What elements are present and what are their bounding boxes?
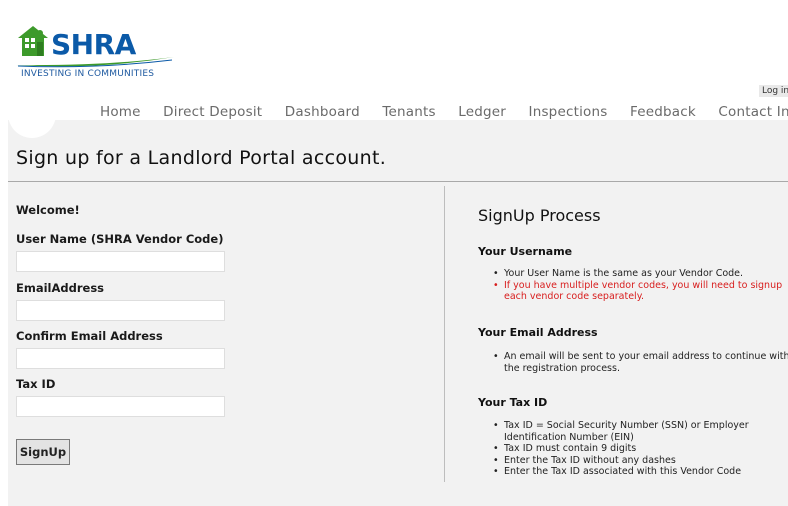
login-link[interactable]: Log in bbox=[759, 85, 788, 97]
logo-tagline: INVESTING IN COMMUNITIES bbox=[21, 69, 155, 79]
page-title: Sign up for a Landlord Portal account. bbox=[16, 147, 387, 169]
nav-item-feedback[interactable]: Feedback bbox=[630, 104, 696, 120]
logo-swoosh-icon bbox=[16, 57, 174, 68]
list-item: Tax ID = Social Security Number (SSN) or… bbox=[493, 420, 788, 443]
taxid-section-list: Tax ID = Social Security Number (SSN) or… bbox=[492, 420, 788, 478]
shra-logo[interactable]: SHRA INVESTING IN COMMUNITIES bbox=[16, 24, 186, 84]
signup-button[interactable]: SignUp bbox=[16, 439, 70, 465]
nav-item-tenants[interactable]: Tenants bbox=[382, 104, 435, 120]
username-section-heading: Your Username bbox=[478, 245, 573, 258]
house-family-icon bbox=[18, 26, 48, 56]
list-item: Enter the Tax ID associated with this Ve… bbox=[493, 466, 788, 478]
welcome-heading: Welcome! bbox=[16, 203, 80, 217]
username-input[interactable] bbox=[16, 251, 225, 272]
title-divider bbox=[8, 181, 788, 182]
nav-item-direct-deposit[interactable]: Direct Deposit bbox=[163, 104, 262, 120]
nav-item-ledger[interactable]: Ledger bbox=[458, 104, 506, 120]
email-label: EmailAddress bbox=[16, 281, 105, 295]
taxid-label: Tax ID bbox=[16, 377, 56, 391]
list-item-warning: If you have multiple vendor codes, you w… bbox=[493, 280, 788, 303]
column-divider bbox=[444, 186, 445, 482]
confirm-email-input[interactable] bbox=[16, 348, 225, 369]
main-nav: Home Direct Deposit Dashboard Tenants Le… bbox=[100, 104, 788, 120]
list-item: Tax ID must contain 9 digits bbox=[493, 443, 788, 455]
username-section-list: Your User Name is the same as your Vendo… bbox=[492, 268, 788, 303]
nav-item-home[interactable]: Home bbox=[100, 104, 141, 120]
list-item: Enter the Tax ID without any dashes bbox=[493, 455, 788, 467]
nav-item-dashboard[interactable]: Dashboard bbox=[285, 104, 360, 120]
taxid-input[interactable] bbox=[16, 396, 225, 417]
nav-item-contact-info[interactable]: Contact Info bbox=[718, 104, 788, 120]
taxid-section-heading: Your Tax ID bbox=[478, 396, 548, 409]
list-item: Your User Name is the same as your Vendo… bbox=[493, 268, 788, 280]
list-item: An email will be sent to your email addr… bbox=[493, 351, 788, 374]
email-input[interactable] bbox=[16, 300, 225, 321]
process-title: SignUp Process bbox=[478, 206, 601, 225]
email-section-list: An email will be sent to your email addr… bbox=[492, 351, 788, 374]
username-label: User Name (SHRA Vendor Code) bbox=[16, 232, 224, 246]
email-section-heading: Your Email Address bbox=[478, 326, 598, 339]
nav-item-inspections[interactable]: Inspections bbox=[529, 104, 608, 120]
confirm-email-label: Confirm Email Address bbox=[16, 329, 163, 343]
